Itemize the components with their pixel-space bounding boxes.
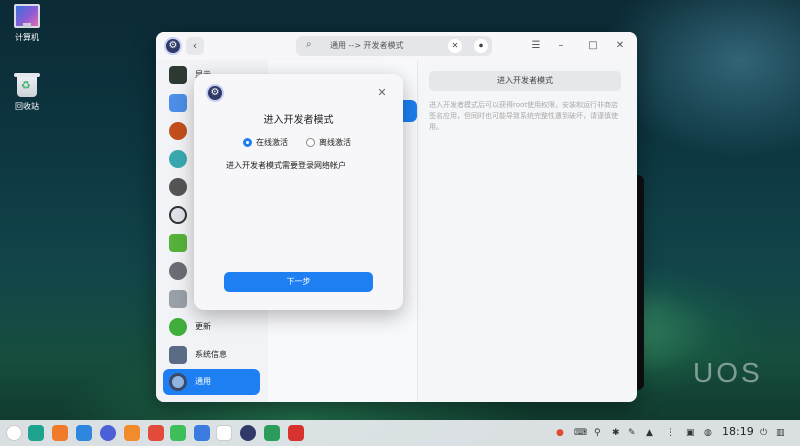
- developer-mode-panel: 进入开发者模式 进入开发者模式后可以获得root使用权限，安装和运行非商店签名应…: [419, 60, 637, 402]
- bluetooth-icon: [169, 178, 187, 196]
- sound-icon: [169, 122, 187, 140]
- titlebar: ⚙ ‹ ⌕ 通用 --> 开发者模式 ✕ ⏺ ☰ – □ ✕: [156, 32, 637, 60]
- notification-tray-icon[interactable]: ▲: [646, 426, 653, 440]
- trash-icon: [14, 73, 40, 97]
- app-grid-icon[interactable]: [52, 425, 68, 441]
- online-activation-option[interactable]: 在线激活: [243, 135, 288, 149]
- desktop-trash-label: 回收站: [15, 102, 39, 111]
- enter-developer-mode-button[interactable]: 进入开发者模式: [429, 71, 621, 91]
- clear-search-button[interactable]: ✕: [448, 39, 462, 53]
- uos-watermark: UOS: [693, 357, 763, 388]
- back-button[interactable]: ‹: [186, 37, 204, 55]
- file-manager-icon[interactable]: [76, 425, 92, 441]
- search-input[interactable]: 通用 --> 开发者模式: [330, 40, 404, 51]
- sidebar-item-update[interactable]: 更新: [163, 314, 260, 340]
- radio-unchecked-icon[interactable]: [306, 137, 315, 147]
- display-tray-icon[interactable]: ▣: [686, 426, 695, 440]
- download-icon[interactable]: [264, 425, 280, 441]
- notification-icon: [169, 94, 187, 112]
- close-icon: ✕: [377, 86, 387, 99]
- photos-icon[interactable]: [148, 425, 164, 441]
- trash-tray-icon[interactable]: ▥: [776, 426, 785, 440]
- voice-search-button[interactable]: ⏺: [474, 39, 488, 53]
- network-tray-icon[interactable]: ⋮: [666, 426, 675, 440]
- globe-tray-icon[interactable]: ◍: [704, 426, 712, 440]
- flag-icon[interactable]: [288, 425, 304, 441]
- computer-icon: [14, 4, 40, 28]
- power-tray-icon[interactable]: ⏻: [760, 426, 767, 440]
- pen-tray-icon[interactable]: ✎: [628, 426, 636, 440]
- music-icon[interactable]: [170, 425, 186, 441]
- maximize-icon: □: [588, 40, 598, 51]
- update-icon: [169, 318, 187, 336]
- search-bar[interactable]: ⌕ 通用 --> 开发者模式 ✕ ⏺: [296, 36, 492, 56]
- clock[interactable]: 18:19: [722, 425, 754, 438]
- taskbar: ● ⌨ ⚲ ✱ ✎ ▲ ⋮ ▣ ◍ 18:19 ⏻ ▥: [0, 420, 800, 446]
- bluetooth-tray-icon[interactable]: ✱: [612, 426, 620, 440]
- close-icon: ✕: [451, 41, 459, 50]
- search-icon: ⌕: [306, 39, 312, 50]
- minimize-button[interactable]: –: [553, 38, 569, 54]
- calendar-icon[interactable]: [216, 425, 232, 441]
- dialog-title: 进入开发者模式: [263, 115, 334, 126]
- mouse-icon: [169, 262, 187, 280]
- control-center-icon[interactable]: [240, 425, 256, 441]
- desktop-computer-label: 计算机: [15, 33, 39, 42]
- clock-icon: [169, 206, 187, 224]
- display-icon: [169, 66, 187, 84]
- offline-activation-label: 离线激活: [319, 137, 351, 147]
- microphone-icon: ⏺: [479, 41, 483, 50]
- sidebar-item-label: 更新: [195, 322, 211, 331]
- developer-mode-dialog: ⚙ ✕ 进入开发者模式 在线激活 离线激活 进入开发者模式需要登录网络帐户 下一…: [194, 74, 403, 310]
- usb-tray-icon[interactable]: ⚲: [594, 426, 601, 440]
- multitask-icon[interactable]: [28, 425, 44, 441]
- developer-mode-description: 进入开发者模式后可以获得root使用权限，安装和运行非商店签名应用，但同时也可能…: [429, 101, 619, 131]
- network-icon: [169, 150, 187, 168]
- sidebar-item-general[interactable]: 通用: [163, 369, 260, 395]
- battery-icon: [169, 234, 187, 252]
- keyboard-tray-icon[interactable]: ⌨: [574, 426, 587, 440]
- control-center-logo-icon: ⚙: [164, 37, 182, 55]
- next-step-button[interactable]: 下一步: [224, 272, 373, 292]
- minimize-icon: –: [558, 40, 564, 51]
- radio-checked-icon[interactable]: [243, 137, 252, 147]
- desktop-computer-shortcut[interactable]: 计算机: [6, 4, 48, 43]
- offline-activation-option[interactable]: 离线激活: [306, 135, 351, 149]
- launcher-icon[interactable]: [6, 425, 22, 441]
- chevron-left-icon: ‹: [192, 39, 198, 52]
- control-center-logo-icon: ⚙: [206, 84, 224, 102]
- sidebar-item-system-info[interactable]: 系统信息: [163, 342, 260, 368]
- close-icon: ✕: [615, 40, 625, 51]
- desktop-trash-shortcut[interactable]: 回收站: [6, 73, 48, 112]
- close-button[interactable]: ✕: [612, 38, 628, 54]
- dialog-close-button[interactable]: ✕: [375, 86, 389, 100]
- document-icon[interactable]: [194, 425, 210, 441]
- selected-category-indicator[interactable]: [403, 100, 417, 122]
- general-icon: [169, 373, 187, 391]
- browser-icon[interactable]: [100, 425, 116, 441]
- maximize-button[interactable]: □: [585, 38, 601, 54]
- login-required-message: 进入开发者模式需要登录网络帐户: [226, 161, 346, 170]
- system-info-icon: [169, 346, 187, 364]
- security-tray-icon[interactable]: ●: [556, 426, 564, 440]
- menu-button[interactable]: ☰: [528, 38, 544, 54]
- menu-icon: ☰: [531, 40, 541, 51]
- sidebar-item-label: 系统信息: [195, 350, 227, 359]
- keyboard-icon: [169, 290, 187, 308]
- online-activation-label: 在线激活: [256, 137, 288, 147]
- archive-icon[interactable]: [124, 425, 140, 441]
- sidebar-item-label: 通用: [195, 377, 211, 386]
